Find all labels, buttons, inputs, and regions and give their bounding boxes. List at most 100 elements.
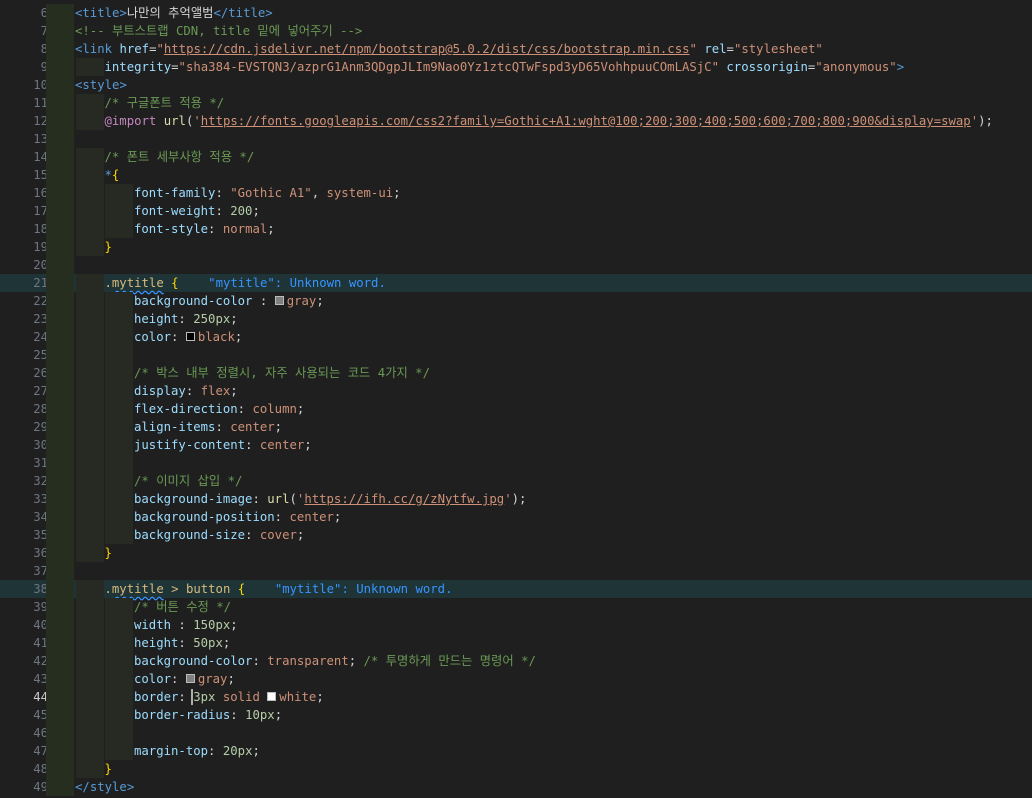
line-number: 13 <box>33 132 48 146</box>
code-line[interactable]: 48} <box>0 760 1032 778</box>
code-line[interactable]: 33 background-image: url('https://ifh.cc/… <box>0 490 1032 508</box>
code-token: . <box>104 276 112 290</box>
code-token: height <box>134 312 179 326</box>
code-token: 20px <box>222 744 253 758</box>
code-token: > <box>119 78 127 92</box>
code-text: border-radius: 10px; <box>134 706 282 724</box>
code-line[interactable]: 34 background-position: center; <box>0 508 1032 526</box>
code-line[interactable]: 47 margin-top: 20px; <box>0 742 1032 760</box>
line-number: 43 <box>33 672 48 686</box>
code-line[interactable]: 9 integrity="sha384-EVSTQN3/azprG1Anm3QDg… <box>0 58 1032 76</box>
code-line[interactable]: 32 /* 이미지 삽입 */ <box>0 472 1032 490</box>
code-token: solid <box>222 690 260 704</box>
code-token: , <box>311 186 327 200</box>
code-line[interactable]: 24 color: black; <box>0 328 1032 346</box>
code-token: ; <box>316 294 324 308</box>
line-number: 6 <box>40 6 48 20</box>
code-token: crossorigin <box>726 60 808 74</box>
line-number: 30 <box>33 438 48 452</box>
code-token: > button <box>163 582 238 596</box>
code-line[interactable]: 44 border: 3px solid white; <box>0 688 1032 706</box>
code-line[interactable]: 16 font-family: "Gothic A1", system-ui; <box>0 184 1032 202</box>
code-token: background-color <box>134 294 253 308</box>
color-swatch-icon[interactable] <box>274 296 284 305</box>
code-line[interactable]: 15 *{ <box>0 166 1032 184</box>
code-line[interactable]: 21 .mytitle { "mytitle": Unknown word. <box>0 274 1032 292</box>
code-token: > <box>119 6 127 20</box>
code-token: ( <box>289 492 297 506</box>
code-text: height: 50px; <box>134 634 230 652</box>
code-token: style <box>82 78 120 92</box>
code-line[interactable]: 42 background-color: transparent; /* 투명하게… <box>0 652 1032 670</box>
line-number: 49 <box>33 780 48 794</box>
code-line[interactable]: 43 color: gray; <box>0 670 1032 688</box>
code-line[interactable]: 12 @import url('https://fonts.googleapis.… <box>0 112 1032 130</box>
code-token: ; <box>348 654 364 668</box>
code-line[interactable]: 10 <style> <box>0 76 1032 94</box>
code-token: background-position <box>134 510 275 524</box>
code-line[interactable]: 13 <box>0 130 1032 148</box>
code-line[interactable]: 38 .mytitle > button { "mytitle": Unknown… <box>0 580 1032 598</box>
color-swatch-icon[interactable] <box>185 674 195 683</box>
code-token: > <box>265 6 273 20</box>
code-token: : <box>215 186 231 200</box>
code-token: </ <box>213 6 229 20</box>
code-line[interactable]: 14 /* 폰트 세부사항 적용 */ <box>0 148 1032 166</box>
code-line[interactable]: 35 background-size: cover; <box>0 526 1032 544</box>
code-line[interactable]: 28 flex-direction: column; <box>0 400 1032 418</box>
code-line[interactable]: 37 <box>0 562 1032 580</box>
color-swatch-icon[interactable] <box>185 332 195 341</box>
code-token: "Gothic A1" <box>230 186 312 200</box>
code-line[interactable]: 11 /* 구글폰트 적용 */ <box>0 94 1032 112</box>
code-line[interactable]: 6 <title>나만의 추억앨범</title> <box>0 4 1032 22</box>
code-line[interactable]: 22 background-color : gray; <box>0 292 1032 310</box>
code-line[interactable]: 45 border-radius: 10px; <box>0 706 1032 724</box>
line-number: 29 <box>33 420 48 434</box>
code-token: ; <box>230 312 238 326</box>
code-line[interactable]: 29 align-items: center; <box>0 418 1032 436</box>
code-token: center <box>289 510 334 524</box>
code-token: * <box>104 168 112 182</box>
line-number: 32 <box>33 474 48 488</box>
code-token: } <box>104 546 112 560</box>
code-line[interactable]: 8 <link href="https://cdn.jsdelivr.net/np… <box>0 40 1032 58</box>
code-token: { <box>111 168 120 182</box>
code-line[interactable]: 19} <box>0 238 1032 256</box>
code-token: "anonymous" <box>815 60 897 74</box>
code-line[interactable]: 39 /* 버튼 수정 */ <box>0 598 1032 616</box>
line-number: 22 <box>33 294 48 308</box>
code-line[interactable]: 20 <box>0 256 1032 274</box>
code-token: ' <box>504 492 512 506</box>
code-line[interactable]: 23 height: 250px; <box>0 310 1032 328</box>
code-text: /* 폰트 세부사항 적용 */ <box>105 148 255 166</box>
code-text: /* 버튼 수정 */ <box>134 598 231 616</box>
line-number: 28 <box>33 402 48 416</box>
code-token: width <box>134 618 172 632</box>
code-token: ; <box>230 618 238 632</box>
code-text: <title>나만의 추억앨범</title> <box>75 4 273 22</box>
line-number: 18 <box>33 222 48 236</box>
code-token: "sha384-EVSTQN3/azprG1Anm3QDgpJLIm9Nao0Y… <box>178 60 719 74</box>
code-line[interactable]: 7 <!-- 부트스트랩 CDN, title 밑에 넣어주기 --> <box>0 22 1032 40</box>
code-line[interactable]: 49 </style> <box>0 778 1032 796</box>
code-line[interactable]: 25 <box>0 346 1032 364</box>
code-token: 150px <box>193 618 231 632</box>
code-line[interactable]: 17 font-weight: 200; <box>0 202 1032 220</box>
code-token: column <box>252 402 297 416</box>
code-token: : <box>208 222 223 236</box>
code-token: : <box>178 636 194 650</box>
code-token: 200 <box>230 204 253 218</box>
code-line[interactable]: 26 /* 박스 내부 정렬시, 자주 사용되는 코드 4가지 */ <box>0 364 1032 382</box>
code-line[interactable]: 31 <box>0 454 1032 472</box>
code-line[interactable]: 36} <box>0 544 1032 562</box>
code-line[interactable]: 30 justify-content: center; <box>0 436 1032 454</box>
code-token: /* 이미지 삽입 */ <box>134 474 243 488</box>
code-line[interactable]: 27 display: flex; <box>0 382 1032 400</box>
code-line[interactable]: 41 height: 50px; <box>0 634 1032 652</box>
code-line[interactable]: 18 font-style: normal; <box>0 220 1032 238</box>
code-line[interactable]: 46 <box>0 724 1032 742</box>
code-editor[interactable]: 6 <title>나만의 추억앨범</title> 7 <!-- 부트스트랩 CDN,… <box>0 0 1032 798</box>
line-number: 14 <box>33 150 48 164</box>
code-line[interactable]: 40 width : 150px; <box>0 616 1032 634</box>
color-swatch-icon[interactable] <box>267 692 277 701</box>
